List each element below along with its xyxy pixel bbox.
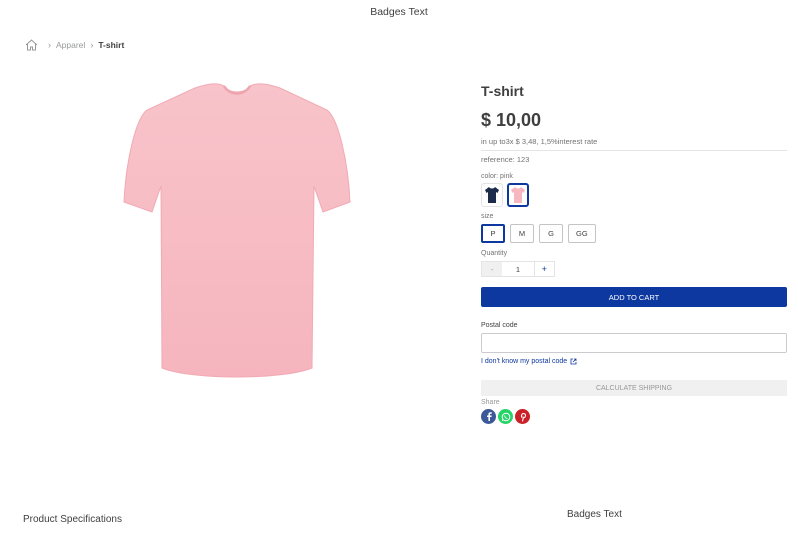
color-swatches [481, 183, 787, 207]
breadcrumb-separator-icon: › [48, 40, 51, 50]
whatsapp-icon[interactable] [498, 409, 513, 424]
breadcrumb-item-current: T-shirt [98, 40, 125, 50]
postal-code-help-text: I don't know my postal code [481, 358, 568, 365]
breadcrumb: › Apparel › T-shirt [25, 39, 124, 51]
badges-text-bottom: Badges Text [567, 509, 622, 520]
quantity-increase-button[interactable]: + [533, 262, 554, 276]
share-buttons [481, 409, 787, 424]
product-price: $ 10,00 [481, 110, 542, 130]
tshirt-pink-icon [511, 187, 525, 203]
product-specifications-title: Product Specifications [23, 514, 122, 525]
product-reference: reference: 123 [481, 155, 530, 164]
postal-code-help-link[interactable]: I don't know my postal code [481, 358, 787, 365]
color-swatch-pink[interactable] [507, 183, 529, 207]
color-label: color: pink [481, 173, 513, 180]
size-option-p[interactable]: P [481, 224, 505, 243]
postal-code-label: Postal code [481, 322, 518, 329]
product-title: T-shirt [481, 83, 524, 99]
product-info: T-shirt $ 10,00 in up to3x $ 3,48, 1,5%i… [481, 80, 787, 424]
size-option-m[interactable]: M [510, 224, 534, 243]
calculate-shipping-button[interactable]: CALCULATE SHIPPING [481, 380, 787, 396]
quantity-decrease-button[interactable]: - [482, 262, 503, 276]
size-label: size [481, 213, 494, 220]
breadcrumb-item-apparel[interactable]: Apparel [56, 40, 85, 50]
size-option-g[interactable]: G [539, 224, 563, 243]
size-option-gg[interactable]: GG [568, 224, 596, 243]
add-to-cart-button[interactable]: ADD TO CART [481, 287, 787, 307]
product-image [112, 80, 362, 385]
external-link-icon [570, 358, 577, 365]
quantity-input[interactable]: 1 [502, 262, 533, 276]
size-options: P M G GG [481, 224, 787, 243]
share-label: Share [481, 399, 500, 406]
tshirt-navy-icon [485, 187, 499, 203]
postal-code-input[interactable] [481, 333, 787, 353]
facebook-icon[interactable] [481, 409, 496, 424]
home-icon[interactable] [25, 39, 38, 51]
pinterest-icon[interactable] [515, 409, 530, 424]
badges-text-top: Badges Text [370, 6, 428, 18]
quantity-label: Quantity [481, 250, 508, 257]
breadcrumb-separator-icon: › [90, 40, 94, 50]
installments-text: in up to3x $ 3,48, 1,5%interest rate [481, 137, 787, 151]
quantity-stepper: - 1 + [481, 261, 555, 277]
color-swatch-navy[interactable] [481, 183, 503, 207]
